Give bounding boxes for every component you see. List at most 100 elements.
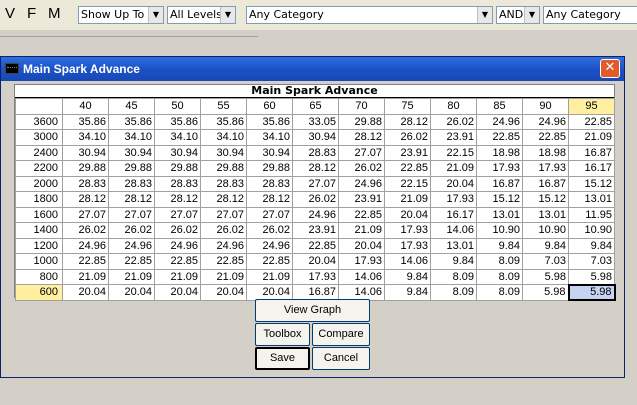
table-cell[interactable]: 29.88 [154, 160, 201, 177]
table-cell[interactable]: 28.12 [246, 191, 293, 208]
table-cell[interactable]: 8.09 [476, 253, 523, 270]
table-cell[interactable]: 14.06 [338, 268, 385, 285]
table-cell[interactable]: 33.05 [292, 113, 339, 130]
table-cell[interactable]: 20.04 [154, 284, 201, 301]
table-cell[interactable]: 29.88 [338, 113, 385, 130]
table-cell[interactable]: 28.12 [154, 191, 201, 208]
cancel-button[interactable]: Cancel [312, 347, 370, 370]
table-cell[interactable]: 15.12 [522, 191, 569, 208]
table-cell[interactable]: 28.12 [292, 160, 339, 177]
table-cell[interactable]: 16.87 [522, 175, 569, 192]
toolbar-v-button[interactable]: V [5, 5, 15, 22]
table-cell[interactable]: 28.83 [292, 144, 339, 161]
table-cell[interactable]: 27.07 [338, 144, 385, 161]
table-cell[interactable]: 28.12 [108, 191, 155, 208]
table-cell[interactable]: 9.84 [430, 253, 477, 270]
table-cell[interactable]: 34.10 [246, 129, 293, 146]
table-cell[interactable]: 29.88 [62, 160, 109, 177]
table-cell[interactable]: 30.94 [154, 144, 201, 161]
table-cell[interactable]: 28.12 [62, 191, 109, 208]
table-cell[interactable]: 8.09 [430, 284, 477, 301]
table-cell[interactable]: 22.15 [430, 144, 477, 161]
table-cell[interactable]: 26.02 [200, 222, 247, 239]
table-cell[interactable]: 22.85 [522, 129, 569, 146]
table-cell[interactable]: 11.95 [568, 206, 615, 223]
table-cell[interactable]: 34.10 [154, 129, 201, 146]
table-cell[interactable]: 28.12 [200, 191, 247, 208]
table-cell[interactable]: 22.85 [568, 113, 615, 130]
table-cell[interactable]: 24.96 [338, 175, 385, 192]
table-cell[interactable]: 21.09 [430, 160, 477, 177]
table-cell[interactable]: 26.02 [62, 222, 109, 239]
table-cell[interactable]: 28.12 [384, 113, 431, 130]
table-cell[interactable]: 5.98 [522, 284, 569, 301]
table-cell[interactable]: 16.87 [568, 144, 615, 161]
table-cell[interactable]: 27.07 [62, 206, 109, 223]
table-cell[interactable]: 9.84 [568, 237, 615, 254]
table-cell[interactable]: 23.91 [292, 222, 339, 239]
table-cell[interactable]: 30.94 [200, 144, 247, 161]
table-cell[interactable]: 18.98 [522, 144, 569, 161]
table-cell[interactable]: 27.07 [246, 206, 293, 223]
table-cell[interactable]: 21.09 [338, 222, 385, 239]
table-cell[interactable]: 10.90 [568, 222, 615, 239]
table-cell[interactable]: 15.12 [476, 191, 523, 208]
table-cell[interactable]: 10.90 [476, 222, 523, 239]
table-cell[interactable]: 24.96 [62, 237, 109, 254]
table-cell[interactable]: 24.96 [246, 237, 293, 254]
table-cell[interactable]: 35.86 [200, 113, 247, 130]
table-cell[interactable]: 26.02 [430, 113, 477, 130]
table-cell[interactable]: 16.87 [476, 175, 523, 192]
save-button[interactable]: Save [255, 347, 310, 370]
table-cell[interactable]: 21.09 [568, 129, 615, 146]
table-cell[interactable]: 35.86 [108, 113, 155, 130]
table-cell[interactable]: 7.03 [522, 253, 569, 270]
table-cell[interactable]: 21.09 [246, 268, 293, 285]
table-cell[interactable]: 30.94 [246, 144, 293, 161]
table-cell[interactable]: 20.04 [246, 284, 293, 301]
table-cell[interactable]: 14.06 [338, 284, 385, 301]
levels-select[interactable]: All Levels ▼ [167, 6, 236, 24]
table-cell[interactable]: 20.04 [108, 284, 155, 301]
table-cell[interactable]: 5.98 [567, 283, 616, 301]
table-cell[interactable]: 8.09 [476, 284, 523, 301]
table-cell[interactable]: 20.04 [384, 206, 431, 223]
table-cell[interactable]: 20.04 [430, 175, 477, 192]
table-cell[interactable]: 22.85 [476, 129, 523, 146]
table-cell[interactable]: 23.91 [430, 129, 477, 146]
table-cell[interactable]: 22.85 [338, 206, 385, 223]
table-cell[interactable]: 15.12 [568, 175, 615, 192]
table-cell[interactable]: 28.83 [154, 175, 201, 192]
category-select-2[interactable]: Any Category [543, 6, 637, 24]
table-cell[interactable]: 20.04 [200, 284, 247, 301]
table-cell[interactable]: 22.85 [108, 253, 155, 270]
table-cell[interactable]: 5.98 [522, 268, 569, 285]
table-cell[interactable]: 27.07 [154, 206, 201, 223]
table-cell[interactable]: 34.10 [62, 129, 109, 146]
table-cell[interactable]: 29.88 [108, 160, 155, 177]
table-cell[interactable]: 10.90 [522, 222, 569, 239]
table-cell[interactable]: 28.12 [338, 129, 385, 146]
table-cell[interactable]: 21.09 [62, 268, 109, 285]
table-cell[interactable]: 5.98 [568, 268, 615, 285]
toolbar-f-button[interactable]: F [27, 5, 36, 22]
table-cell[interactable]: 9.84 [384, 284, 431, 301]
table-cell[interactable]: 13.01 [430, 237, 477, 254]
table-cell[interactable]: 9.84 [522, 237, 569, 254]
table-cell[interactable]: 35.86 [62, 113, 109, 130]
table-cell[interactable]: 13.01 [522, 206, 569, 223]
table-cell[interactable]: 29.88 [246, 160, 293, 177]
table-cell[interactable]: 17.93 [476, 160, 523, 177]
table-cell[interactable]: 28.83 [62, 175, 109, 192]
table-cell[interactable]: 26.02 [384, 129, 431, 146]
table-cell[interactable]: 24.96 [200, 237, 247, 254]
table-cell[interactable]: 34.10 [200, 129, 247, 146]
table-cell[interactable]: 29.88 [200, 160, 247, 177]
table-cell[interactable]: 26.02 [292, 191, 339, 208]
table-cell[interactable]: 20.04 [62, 284, 109, 301]
table-cell[interactable]: 22.15 [384, 175, 431, 192]
table-cell[interactable]: 17.93 [522, 160, 569, 177]
table-cell[interactable]: 24.96 [522, 113, 569, 130]
table-cell[interactable]: 27.07 [292, 175, 339, 192]
table-cell[interactable]: 22.85 [154, 253, 201, 270]
